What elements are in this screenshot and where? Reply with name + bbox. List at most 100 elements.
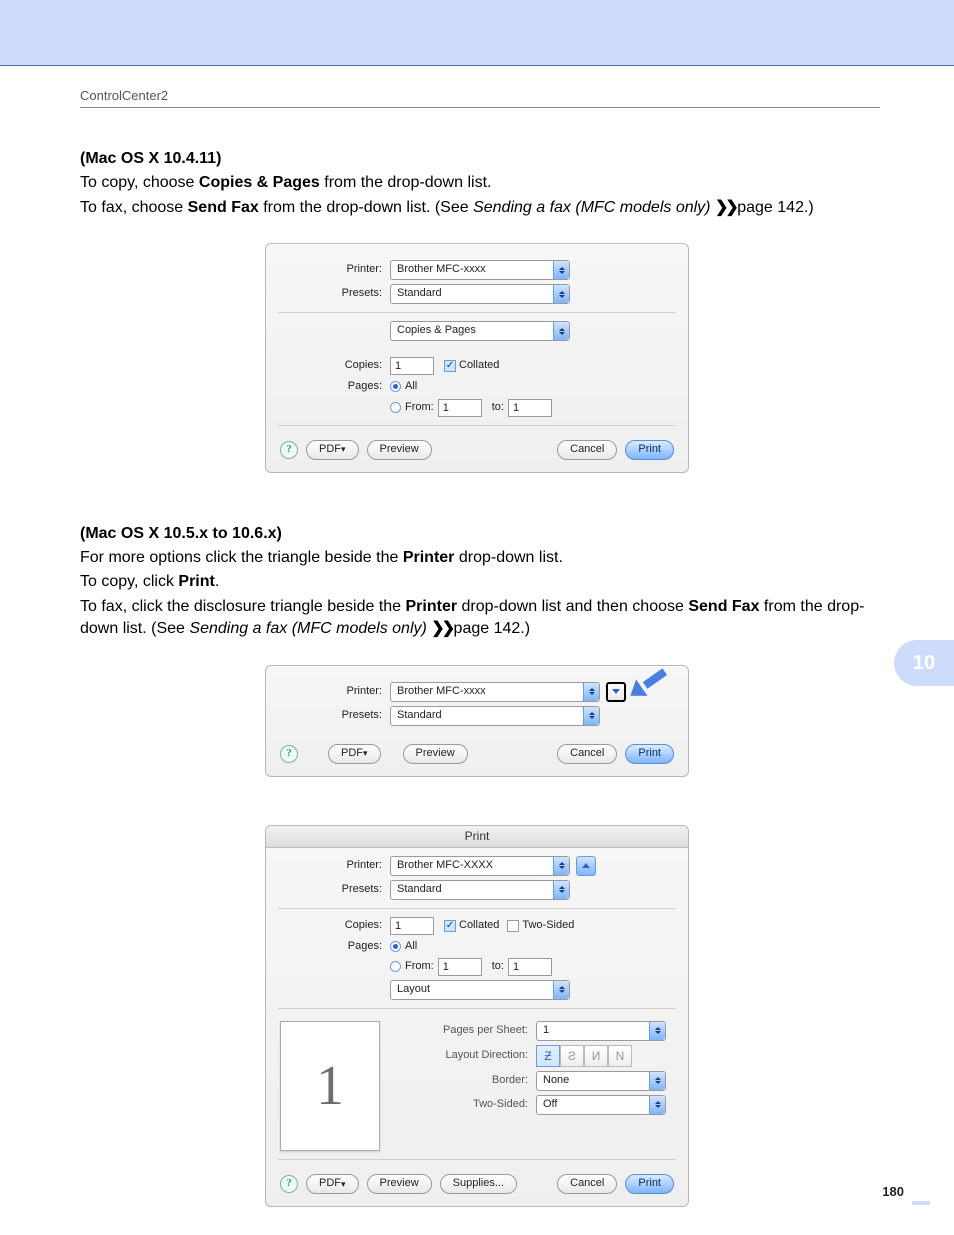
dropdown-value: Off [543, 1097, 557, 1112]
dropdown-value: Standard [397, 708, 442, 723]
print-dialog-expanded: Print Printer: Brother MFC-XXXX Presets:… [265, 825, 689, 1207]
collated-checkbox[interactable] [444, 920, 456, 932]
pdf-menu-button[interactable]: PDF [328, 744, 381, 764]
dropdown-value: Brother MFC-xxxx [397, 684, 486, 699]
page-thumbnail: 1 [280, 1021, 380, 1151]
cancel-button[interactable]: Cancel [557, 440, 617, 460]
text: page 142.) [454, 620, 531, 637]
page-top-band [0, 0, 954, 66]
chevron-updown-icon [553, 881, 569, 899]
print-button[interactable]: Print [625, 1174, 674, 1194]
dropdown-value: Standard [397, 882, 442, 897]
layout-direction-3[interactable]: И [584, 1045, 608, 1067]
window-titlebar: Print [266, 826, 688, 848]
border-label: Border: [396, 1073, 536, 1088]
print-dialog-collapsed: Printer: Brother MFC-xxxx Presets: Stand… [265, 665, 689, 777]
collated-label: Collated [459, 358, 499, 373]
copies-input[interactable]: 1 [390, 357, 434, 375]
collated-checkbox[interactable] [444, 360, 456, 372]
presets-dropdown[interactable]: Standard [390, 880, 570, 900]
dropdown-value: Brother MFC-XXXX [397, 858, 493, 873]
running-header: ControlCenter2 [0, 66, 954, 103]
section-dropdown[interactable]: Copies & Pages [390, 321, 570, 341]
chevron-updown-icon [553, 285, 569, 303]
layout-direction-1[interactable]: Ƶ [536, 1045, 560, 1067]
printer-dropdown[interactable]: Brother MFC-xxxx [390, 260, 570, 280]
collated-label: Collated [459, 918, 499, 933]
two-sided-select-label: Two-Sided: [396, 1097, 536, 1112]
text: drop-down list. [454, 549, 563, 566]
paragraph: To copy, choose Copies & Pages from the … [80, 172, 874, 194]
disclosure-up-button[interactable] [576, 856, 596, 876]
preview-button[interactable]: Preview [367, 1174, 432, 1194]
printer-label: Printer: [280, 262, 390, 277]
border-dropdown[interactable]: None [536, 1071, 666, 1091]
printer-label: Printer: [280, 684, 390, 699]
pages-range-radio[interactable] [390, 402, 401, 413]
pages-per-sheet-dropdown[interactable]: 1 [536, 1021, 666, 1041]
preview-button[interactable]: Preview [403, 744, 468, 764]
to-label: to: [492, 959, 504, 974]
cancel-button[interactable]: Cancel [557, 1174, 617, 1194]
pages-all-radio[interactable] [390, 941, 401, 952]
page-ref-arrows-icon: ❯❯ [715, 199, 737, 216]
two-sided-checkbox[interactable] [507, 920, 519, 932]
pdf-menu-button[interactable]: PDF [306, 1174, 359, 1194]
help-button[interactable]: ? [280, 441, 298, 459]
supplies-button[interactable]: Supplies... [440, 1174, 517, 1194]
layout-z-icon: Ƶ [544, 1048, 551, 1065]
presets-dropdown[interactable]: Standard [390, 284, 570, 304]
section-heading-1: (Mac OS X 10.4.11) [80, 148, 874, 170]
layout-n-icon: И [592, 1048, 601, 1065]
help-button[interactable]: ? [280, 1175, 298, 1193]
print-button[interactable]: Print [625, 440, 674, 460]
copies-input[interactable]: 1 [390, 917, 434, 935]
disclosure-down-button[interactable] [606, 682, 626, 702]
chevron-updown-icon [649, 1096, 665, 1114]
from-label: From: [405, 400, 434, 415]
pages-all-label: All [405, 939, 417, 954]
print-button[interactable]: Print [625, 744, 674, 764]
pages-to-input[interactable]: 1 [508, 958, 552, 976]
presets-dropdown[interactable]: Standard [390, 706, 600, 726]
text: from the drop-down list. [320, 174, 492, 191]
pages-label: Pages: [280, 379, 390, 394]
help-button[interactable]: ? [280, 745, 298, 763]
text-italic-link[interactable]: Sending a fax (MFC models only) [189, 620, 426, 637]
chapter-tab: 10 [894, 640, 954, 686]
dropdown-value: None [543, 1073, 569, 1088]
divider [278, 312, 676, 313]
cancel-button[interactable]: Cancel [557, 744, 617, 764]
divider [278, 425, 676, 426]
text-bold: Copies & Pages [199, 174, 320, 191]
layout-direction-2[interactable]: Ƨ [560, 1045, 584, 1067]
printer-dropdown[interactable]: Brother MFC-xxxx [390, 682, 600, 702]
header-rule [80, 107, 880, 108]
copies-label: Copies: [280, 918, 390, 933]
two-sided-dropdown[interactable]: Off [536, 1095, 666, 1115]
layout-direction-label: Layout Direction: [396, 1048, 536, 1063]
chapter-number: 10 [913, 652, 935, 675]
layout-direction-4[interactable]: N [608, 1045, 632, 1067]
paragraph: For more options click the triangle besi… [80, 547, 874, 569]
chevron-updown-icon [553, 857, 569, 875]
pages-from-input[interactable]: 1 [438, 399, 482, 417]
divider [278, 1159, 676, 1160]
text: To fax, click the disclosure triangle be… [80, 598, 406, 615]
pdf-menu-button[interactable]: PDF [306, 440, 359, 460]
pages-range-radio[interactable] [390, 961, 401, 972]
text-bold: Printer [406, 598, 458, 615]
section-heading-2: (Mac OS X 10.5.x to 10.6.x) [80, 523, 874, 545]
printer-dropdown[interactable]: Brother MFC-XXXX [390, 856, 570, 876]
text-bold: Printer [403, 549, 455, 566]
preview-button[interactable]: Preview [367, 440, 432, 460]
pages-label: Pages: [280, 939, 390, 954]
paragraph: To fax, choose Send Fax from the drop-do… [80, 197, 874, 219]
section-dropdown[interactable]: Layout [390, 980, 570, 1000]
pages-all-radio[interactable] [390, 381, 401, 392]
dropdown-value: Standard [397, 286, 442, 301]
pages-to-input[interactable]: 1 [508, 399, 552, 417]
text-italic-link[interactable]: Sending a fax (MFC models only) [473, 199, 710, 216]
text: To fax, choose [80, 199, 188, 216]
pages-from-input[interactable]: 1 [438, 958, 482, 976]
